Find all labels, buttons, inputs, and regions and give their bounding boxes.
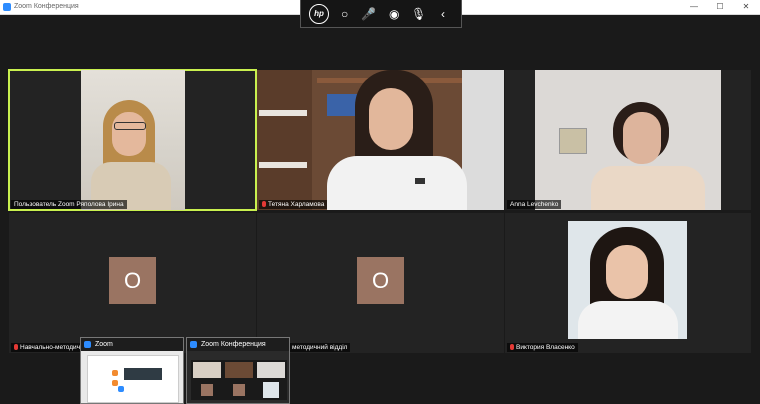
avatar: О: [109, 257, 156, 304]
hp-floating-toolbar: hp ○ 🎤 ◉ 🎙 ‹: [300, 0, 462, 28]
participant-tile[interactable]: Пользователь Zoom Ряполова Ірина: [8, 69, 257, 211]
avatar: О: [357, 257, 404, 304]
hp-logo: hp: [309, 4, 329, 24]
participant-name: Anna Levchenko: [507, 200, 562, 209]
record-icon[interactable]: ◉: [389, 7, 399, 21]
participant-name: Пользователь Zoom Ряполова Ірина: [11, 200, 127, 209]
participant-video: [535, 70, 721, 210]
participant-video: [568, 221, 687, 339]
thumbnail-header: Zoom: [81, 338, 183, 351]
participant-tile[interactable]: Виктория Власенко: [505, 213, 751, 353]
participant-name: Тетяна Харламова: [259, 200, 328, 209]
window-title: Zoom Конференция: [14, 3, 79, 10]
participant-name: Виктория Власенко: [507, 343, 578, 352]
participant-video: [257, 70, 504, 210]
taskbar-thumbnail-conference[interactable]: Zoom Конференция: [186, 337, 290, 404]
mic-muted-icon: [14, 344, 18, 350]
mic-muted-icon: [262, 201, 266, 207]
minimize-button[interactable]: —: [682, 0, 706, 14]
zoom-app-icon: [3, 3, 11, 11]
participant-tile[interactable]: Anna Levchenko: [505, 70, 751, 210]
participant-video: [81, 70, 185, 210]
thumbnail-preview: [87, 355, 179, 403]
microphone-icon[interactable]: 🎤: [361, 7, 376, 21]
participant-tile[interactable]: Тетяна Харламова: [257, 70, 504, 210]
hp-control-circle[interactable]: ○: [341, 7, 348, 21]
thumbnail-header: Zoom Конференция: [187, 338, 289, 351]
close-button[interactable]: ✕: [734, 0, 758, 14]
maximize-button[interactable]: ☐: [708, 0, 732, 14]
collapse-chevron-icon[interactable]: ‹: [441, 7, 445, 21]
zoom-app-icon: [190, 341, 197, 348]
mic-muted-icon: [510, 344, 514, 350]
participant-name: методичний відділ: [289, 343, 351, 352]
taskbar-thumbnail-zoom[interactable]: Zoom: [80, 337, 184, 404]
video-grid: Пользователь Zoom Ряполова Ірина Тетяна …: [0, 15, 760, 404]
participant-tile[interactable]: О Навчально-методичний: [9, 213, 256, 353]
zoom-app-icon: [84, 341, 91, 348]
thumbnail-preview: [191, 360, 287, 400]
noise-cancel-icon[interactable]: 🎙: [411, 7, 426, 21]
participant-tile[interactable]: О методичний відділ: [257, 213, 504, 353]
